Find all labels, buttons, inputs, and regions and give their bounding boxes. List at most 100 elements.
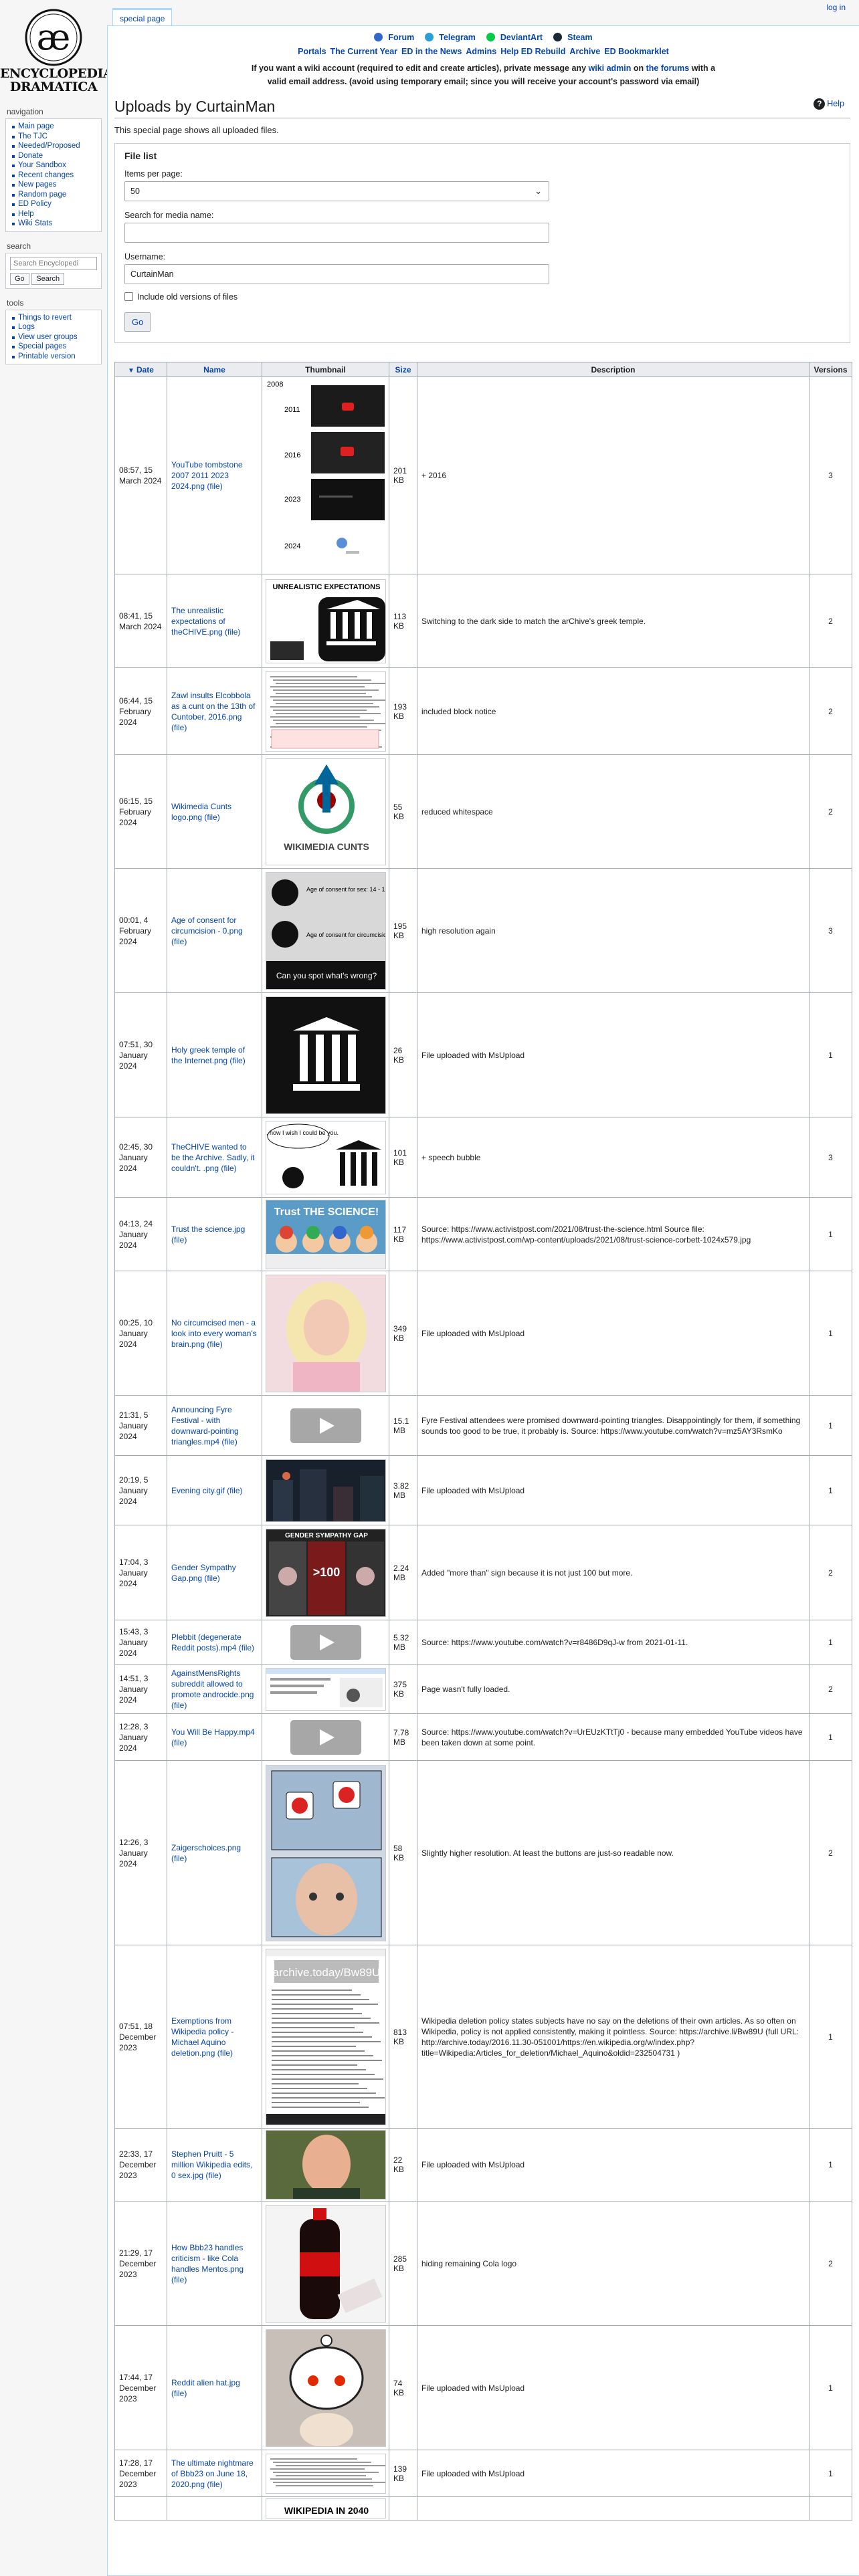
file-name-link[interactable]: The unrealistic expectations of theCHIVE… xyxy=(167,574,262,668)
old-versions-checkbox[interactable]: Include old versions of files xyxy=(124,292,840,302)
file-name-link[interactable]: Evening city.gif (file) xyxy=(167,1455,262,1525)
link-forum[interactable]: Forum xyxy=(371,33,417,42)
file-name-link[interactable]: Stephen Pruitt - 5 million Wikipedia edi… xyxy=(167,2128,262,2202)
file-name-link[interactable]: AgainstMensRights subreddit allowed to p… xyxy=(167,1664,262,1714)
video-play-icon[interactable] xyxy=(290,1408,361,1443)
sidebar-item-your-sandbox[interactable]: Your Sandbox xyxy=(12,160,97,171)
file-name-link[interactable]: Plebbit (degenerate Reddit posts).mp4 (f… xyxy=(167,1620,262,1665)
sidebar-item-logs[interactable]: Logs xyxy=(12,322,97,332)
file-name-link[interactable]: Announcing Fyre Festival - with downward… xyxy=(167,1395,262,1456)
file-name-link[interactable]: Reddit alien hat.jpg (file) xyxy=(167,2325,262,2450)
login-link[interactable]: log in xyxy=(826,3,846,12)
file-name-link[interactable]: Gender Sympathy Gap.png (file) xyxy=(167,1525,262,1620)
thumbnail-image[interactable] xyxy=(265,2329,386,2447)
thumbnail-image[interactable]: archive.today/Bw89U xyxy=(265,1948,386,2125)
table-row: 06:15, 15 February 2024 Wikimedia Cunts l… xyxy=(114,754,852,869)
upload-date xyxy=(114,2496,167,2520)
search-button[interactable]: Search xyxy=(31,272,65,285)
upload-date: 20:19, 5 January 2024 xyxy=(114,1455,167,1525)
sidebar-item-donate[interactable]: Donate xyxy=(12,151,97,161)
video-play-icon[interactable] xyxy=(290,1719,361,1755)
file-name-link[interactable]: How Bbb23 handles criticism - like Cola … xyxy=(167,2201,262,2326)
thumbnail-image[interactable]: Age of consent for sex: 14 - 18 Age of c… xyxy=(265,871,386,990)
file-name-link[interactable]: Age of consent for circumcision - 0.png … xyxy=(167,868,262,993)
forums-link[interactable]: the forums xyxy=(646,64,690,73)
link-admins[interactable]: Admins xyxy=(466,47,496,56)
go-button[interactable]: Go xyxy=(124,312,151,332)
thumbnail-image[interactable]: Trust THE SCIENCE! xyxy=(265,1199,386,1269)
sidebar-item-things-to-revert[interactable]: Things to revert xyxy=(12,313,97,323)
media-search-input[interactable] xyxy=(124,223,549,243)
file-name-link[interactable]: Exemptions from Wikipedia policy - Micha… xyxy=(167,1945,262,2129)
video-play-icon[interactable] xyxy=(290,1624,361,1660)
sidebar-item-view-user-groups[interactable]: View user groups xyxy=(12,332,97,342)
navigation-portlet: Main page The TJC Needed/Proposed Donate You… xyxy=(5,118,102,232)
upload-date: 21:31, 5 January 2024 xyxy=(114,1395,167,1456)
file-name-link[interactable]: No circumcised men - a look into every w… xyxy=(167,1271,262,1396)
thumbnail-image[interactable] xyxy=(265,1459,386,1522)
thumbnail-image[interactable] xyxy=(265,1764,386,1941)
table-row: 04:13, 24 January 2024 Trust the science.… xyxy=(114,1197,852,1271)
file-name-link[interactable]: The ultimate nightmare of Bbb23 on June … xyxy=(167,2450,262,2497)
thumbnail-cell xyxy=(262,667,389,755)
thumbnail-image[interactable]: 2008 2011 2016 2023 2024 xyxy=(266,379,386,572)
search-input[interactable] xyxy=(10,256,97,270)
column-header-size[interactable]: Size xyxy=(389,362,417,377)
username-input[interactable]: CurtainMan xyxy=(124,264,549,284)
site-logo[interactable]: æ ENCYCLOPEDIA DRAMATICA xyxy=(0,8,113,99)
link-help-ed-rebuild[interactable]: Help ED Rebuild xyxy=(500,47,565,56)
sidebar-item-random-page[interactable]: Random page xyxy=(12,190,97,200)
wiki-admin-link[interactable]: wiki admin xyxy=(589,64,632,73)
thumbnail-image[interactable] xyxy=(265,1274,386,1392)
thumbnail-image[interactable] xyxy=(265,996,386,1114)
sidebar-item-special-pages[interactable]: Special pages xyxy=(12,342,97,352)
thumbnail-image[interactable] xyxy=(265,2130,386,2199)
link-ed-bookmarklet[interactable]: ED Bookmarklet xyxy=(604,47,669,56)
sidebar-item-recent-changes[interactable]: Recent changes xyxy=(12,171,97,181)
search-go-button[interactable]: Go xyxy=(10,272,29,285)
file-name-link[interactable]: Zawl insults Elcobbola as a cunt on the … xyxy=(167,667,262,755)
sidebar-item-help[interactable]: Help xyxy=(12,209,97,219)
file-name-link[interactable]: TheCHIVE wanted to be the Archive. Sadly… xyxy=(167,1117,262,1198)
tab-special-page[interactable]: special page xyxy=(112,8,173,25)
thumbnail-image[interactable]: UNREALISTIC EXPECTATIONS xyxy=(265,578,386,663)
thumbnail-image[interactable] xyxy=(265,671,386,752)
file-name-link[interactable]: Wikimedia Cunts logo.png (file) xyxy=(167,754,262,869)
link-ed-in-the-news[interactable]: ED in the News xyxy=(401,47,462,56)
thumbnail-image[interactable] xyxy=(265,2453,386,2494)
link-archive[interactable]: Archive xyxy=(569,47,600,56)
link-steam[interactable]: Steam xyxy=(551,33,595,42)
file-name-link[interactable] xyxy=(167,2496,262,2520)
file-name-link[interactable]: Trust the science.jpg (file) xyxy=(167,1197,262,1271)
file-name-link[interactable]: YouTube tombstone 2007 2011 2023 2024.pn… xyxy=(167,377,262,574)
file-name-link[interactable]: Holy greek temple of the Internet.png (f… xyxy=(167,992,262,1117)
thumbnail-image[interactable]: WIKIPEDIA IN 2040 xyxy=(265,2498,386,2518)
file-size: 201 KB xyxy=(389,377,417,574)
thumbnail-image[interactable] xyxy=(265,2204,386,2323)
sidebar-item-printable-version[interactable]: Printable version xyxy=(12,352,97,362)
thumbnail-cell xyxy=(262,1713,389,1761)
column-header-date[interactable]: ▼ Date xyxy=(114,362,167,377)
link-portals[interactable]: Portals xyxy=(298,47,326,56)
help-link[interactable]: ? Help xyxy=(814,98,844,110)
portal-links: Portals The Current Year ED in the News Adm… xyxy=(108,47,859,56)
thumbnail-image[interactable]: WIKIMEDIA CUNTS xyxy=(265,758,386,865)
file-name-link[interactable]: Zaigerschoices.png (file) xyxy=(167,1760,262,1945)
sidebar-item-main-page[interactable]: Main page xyxy=(12,122,97,132)
file-name-link[interactable]: You Will Be Happy.mp4 (file) xyxy=(167,1713,262,1761)
items-per-page-select[interactable]: 50 ⌄ xyxy=(124,181,549,201)
sidebar-item-wiki-stats[interactable]: Wiki Stats xyxy=(12,219,97,229)
upload-date: 07:51, 18 December 2023 xyxy=(114,1945,167,2129)
sidebar-item-needed-proposed[interactable]: Needed/Proposed xyxy=(12,141,97,151)
thumbnail-image[interactable] xyxy=(265,1667,386,1711)
sidebar-item-the-tjc[interactable]: The TJC xyxy=(12,132,97,142)
link-telegram[interactable]: Telegram xyxy=(422,33,478,42)
sidebar-item-ed-policy[interactable]: ED Policy xyxy=(12,199,97,209)
column-header-name[interactable]: Name xyxy=(167,362,262,377)
sidebar-item-new-pages[interactable]: New pages xyxy=(12,180,97,190)
link-the-current-year[interactable]: The Current Year xyxy=(330,47,398,56)
checkbox-icon xyxy=(124,292,133,301)
link-deviantart[interactable]: DeviantArt xyxy=(484,33,545,42)
thumbnail-image[interactable]: GENDER SYMPATHY GAP >100 xyxy=(265,1528,386,1617)
thumbnail-image[interactable]: Oh, how I wish I could be you. xyxy=(265,1120,386,1194)
